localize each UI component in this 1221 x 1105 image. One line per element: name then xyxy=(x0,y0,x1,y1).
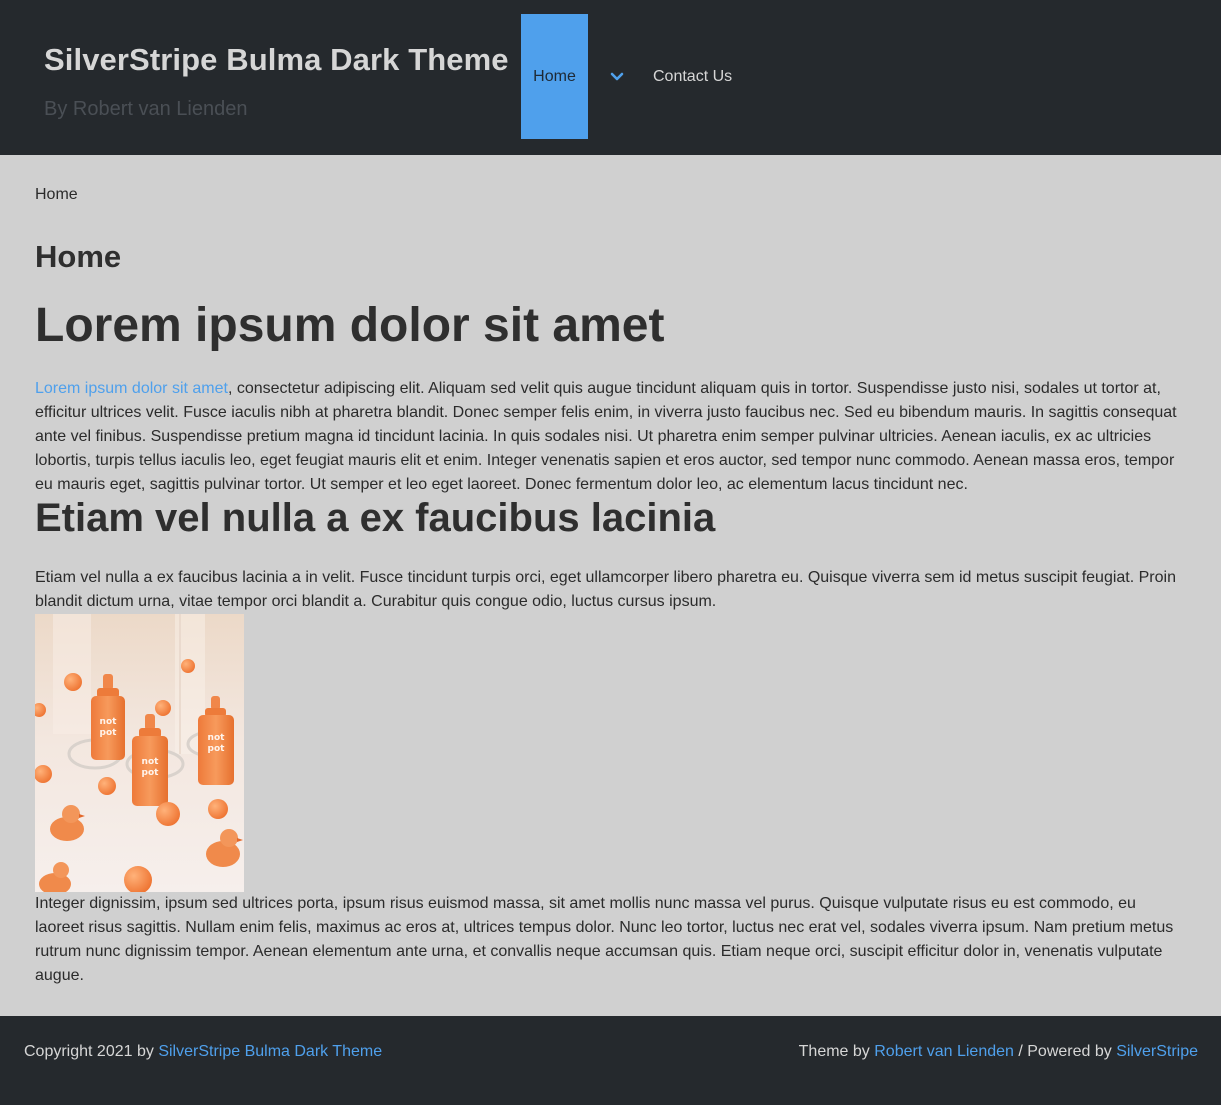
chevron-down-icon xyxy=(610,72,624,81)
svg-text:not: not xyxy=(100,717,118,727)
nav-dropdown-toggle[interactable] xyxy=(588,14,646,139)
footer-powered-prefix: / Powered by xyxy=(1013,1043,1117,1060)
nav-item-home[interactable]: Home xyxy=(521,14,588,139)
footer-credits: Theme by Robert van Lienden / Powered by… xyxy=(799,1043,1198,1061)
nav-item-contact[interactable]: Contact Us xyxy=(646,68,732,86)
content-paragraph-2: Etiam vel nulla a ex faucibus lacinia a … xyxy=(35,569,1176,610)
content-paragraph-1: Lorem ipsum dolor sit amet, consectetur … xyxy=(35,377,1187,497)
svg-text:not: not xyxy=(142,757,160,767)
footer-copyright-prefix: Copyright 2021 by xyxy=(24,1043,159,1060)
footer-author-link[interactable]: Robert van Lienden xyxy=(874,1043,1014,1060)
footer-copyright: Copyright 2021 by SilverStripe Bulma Dar… xyxy=(24,1043,382,1061)
content-inline-link[interactable]: Lorem ipsum dolor sit amet xyxy=(35,380,228,397)
main-navigation: Home Contact Us xyxy=(521,14,732,139)
footer-theme-prefix: Theme by xyxy=(798,1043,875,1060)
site-title[interactable]: SilverStripe Bulma Dark Theme xyxy=(44,42,509,78)
svg-text:pot: pot xyxy=(208,744,226,754)
site-footer: Copyright 2021 by SilverStripe Bulma Dar… xyxy=(0,1016,1221,1105)
nav-item-home-label: Home xyxy=(533,67,576,85)
svg-text:pot: pot xyxy=(100,728,118,738)
breadcrumb-current: Home xyxy=(35,186,78,203)
page-title: Home xyxy=(35,239,122,274)
main-content: Home Home Lorem ipsum dolor sit amet Lor… xyxy=(0,155,1221,1016)
breadcrumb: Home xyxy=(35,186,78,204)
site-subtitle: By Robert van Lienden xyxy=(44,98,248,120)
footer-silverstripe-link[interactable]: SilverStripe xyxy=(1116,1043,1198,1060)
content-paragraph-3: Integer dignissim, ipsum sed ultrices po… xyxy=(35,895,1174,984)
content-heading-2: Etiam vel nulla a ex faucibus lacinia xyxy=(35,496,716,540)
footer-site-link[interactable]: SilverStripe Bulma Dark Theme xyxy=(158,1043,382,1060)
svg-text:not: not xyxy=(208,733,226,743)
product-photo: not pot not pot not pot xyxy=(35,614,244,892)
site-header: SilverStripe Bulma Dark Theme By Robert … xyxy=(0,0,1221,155)
svg-text:pot: pot xyxy=(142,768,160,778)
content-heading-1: Lorem ipsum dolor sit amet xyxy=(35,299,665,352)
product-photo-illustration: not pot not pot not pot xyxy=(35,614,244,892)
